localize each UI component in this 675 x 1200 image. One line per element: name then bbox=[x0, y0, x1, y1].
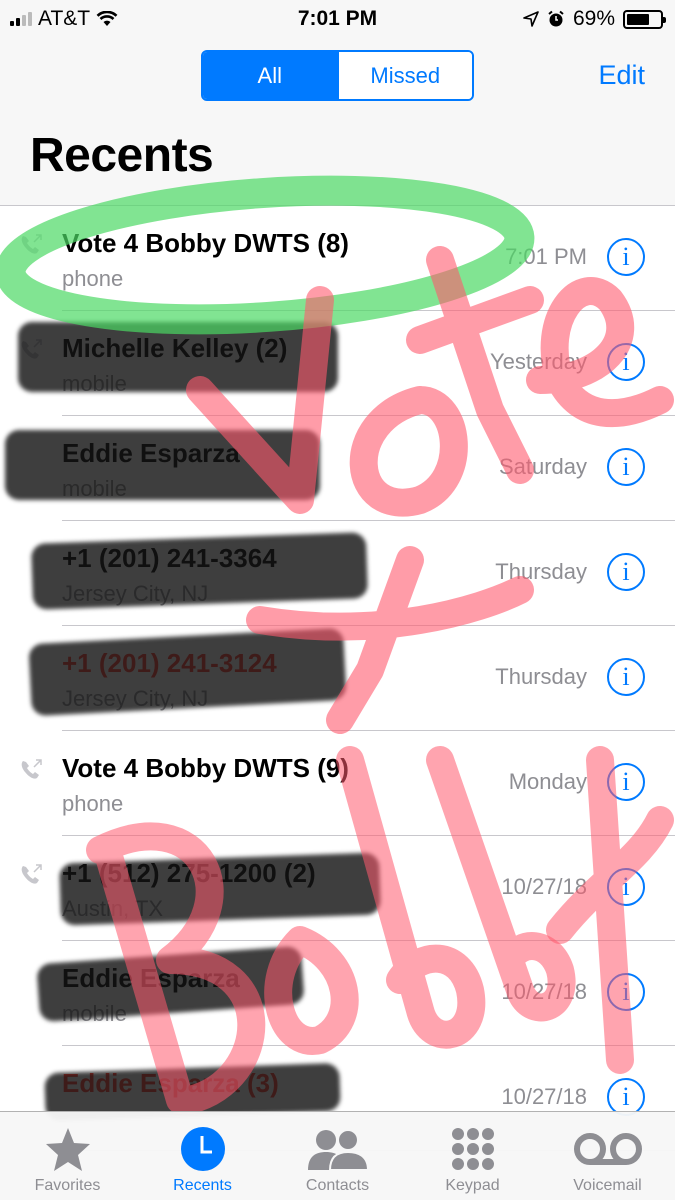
info-button[interactable]: i bbox=[607, 868, 645, 906]
call-row[interactable]: Vote 4 Bobby DWTS (8) phone 7:01 PM i bbox=[0, 206, 675, 311]
redaction-mark bbox=[5, 430, 320, 500]
info-button[interactable]: i bbox=[607, 553, 645, 591]
tab-bar: Favorites Recents Contacts Keypad Voicem… bbox=[0, 1111, 675, 1200]
page-title: Recents bbox=[30, 129, 214, 182]
call-time: 10/27/18 bbox=[501, 979, 587, 1004]
tab-keypad[interactable]: Keypad bbox=[405, 1112, 540, 1200]
tab-voicemail[interactable]: Voicemail bbox=[540, 1112, 675, 1200]
star-icon bbox=[45, 1128, 90, 1171]
info-button[interactable]: i bbox=[607, 658, 645, 696]
info-button[interactable]: i bbox=[607, 343, 645, 381]
call-type: phone bbox=[62, 266, 124, 291]
info-button[interactable]: i bbox=[607, 448, 645, 486]
call-type: phone bbox=[62, 791, 124, 816]
location-icon bbox=[523, 11, 539, 27]
outgoing-call-icon bbox=[21, 759, 42, 779]
battery-icon bbox=[623, 9, 666, 29]
caller-name: Vote 4 Bobby DWTS (8) bbox=[62, 228, 349, 258]
call-time: Yesterday bbox=[489, 349, 587, 374]
caller-name: Vote 4 Bobby DWTS (9) bbox=[62, 753, 349, 783]
call-time: Thursday bbox=[495, 664, 587, 689]
call-time: Saturday bbox=[498, 454, 587, 479]
filter-segmented-control: All Missed bbox=[201, 50, 474, 101]
redaction-mark bbox=[59, 852, 381, 926]
tab-label: Contacts bbox=[305, 1177, 370, 1194]
call-time: 10/27/18 bbox=[501, 1084, 587, 1109]
tab-label: Voicemail bbox=[573, 1177, 642, 1194]
contacts-icon bbox=[307, 1129, 369, 1171]
keypad-icon bbox=[451, 1128, 494, 1170]
call-time: 10/27/18 bbox=[501, 874, 587, 899]
edit-button[interactable]: Edit bbox=[598, 60, 645, 91]
tab-favorites[interactable]: Favorites bbox=[0, 1112, 135, 1200]
redaction-mark bbox=[30, 532, 369, 610]
outgoing-call-icon bbox=[21, 234, 42, 254]
segment-missed[interactable]: Missed bbox=[336, 52, 472, 99]
tab-label: Favorites bbox=[34, 1177, 101, 1194]
tab-label: Keypad bbox=[445, 1177, 500, 1194]
info-button[interactable]: i bbox=[607, 763, 645, 801]
status-bar: AT&T 7:01 PM 69% bbox=[0, 0, 675, 40]
info-button[interactable]: i bbox=[607, 238, 645, 276]
clock-icon bbox=[180, 1127, 225, 1171]
segment-all[interactable]: All bbox=[203, 52, 337, 99]
alarm-icon bbox=[548, 10, 564, 27]
tab-contacts[interactable]: Contacts bbox=[270, 1112, 405, 1200]
call-time: 7:01 PM bbox=[505, 244, 587, 269]
call-time: Monday bbox=[508, 769, 587, 794]
tab-label: Recents bbox=[173, 1177, 232, 1194]
redaction-mark bbox=[18, 322, 338, 392]
voicemail-icon bbox=[573, 1133, 642, 1165]
battery-percent: 69% bbox=[572, 7, 615, 30]
navigation-bar: All Missed Edit Recents bbox=[0, 40, 675, 206]
call-time: Thursday bbox=[495, 559, 587, 584]
tab-recents[interactable]: Recents bbox=[135, 1112, 270, 1200]
call-row[interactable]: Vote 4 Bobby DWTS (9) phone Monday i bbox=[0, 731, 675, 836]
info-button[interactable]: i bbox=[607, 973, 645, 1011]
outgoing-call-icon bbox=[21, 864, 42, 884]
